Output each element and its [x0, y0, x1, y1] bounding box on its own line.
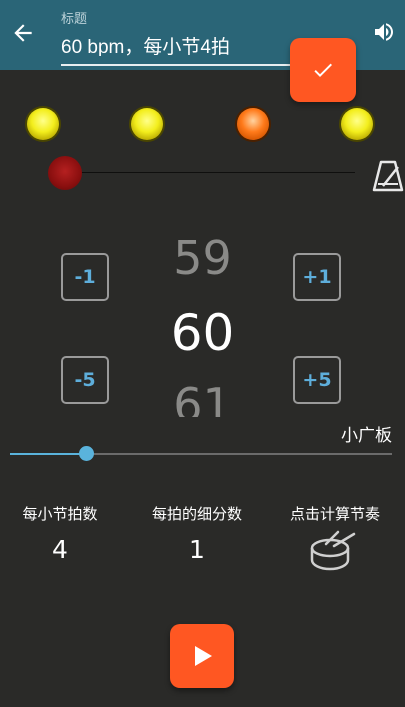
- title-input[interactable]: [61, 34, 297, 56]
- bpm-previous[interactable]: 59: [140, 228, 265, 276]
- beat-indicator-2[interactable]: [131, 108, 163, 140]
- tap-tempo-label: 点击计算节奏: [289, 505, 380, 523]
- confirm-button[interactable]: [290, 38, 356, 102]
- minus-1-button[interactable]: -1: [61, 253, 109, 301]
- volume-icon[interactable]: [372, 20, 396, 44]
- plus-1-button[interactable]: +1: [293, 253, 341, 301]
- title-caption: 标题: [61, 12, 88, 27]
- subdivision-value[interactable]: 1: [167, 535, 227, 564]
- back-arrow-icon[interactable]: [10, 20, 36, 46]
- play-icon: [195, 646, 212, 666]
- tempo-marking: 小广板: [341, 426, 392, 446]
- pendulum-track: [80, 172, 355, 173]
- tempo-slider-fill: [10, 453, 87, 455]
- plus-5-button[interactable]: +5: [293, 356, 341, 404]
- check-icon: [314, 63, 332, 77]
- bpm-current[interactable]: 60: [140, 304, 265, 362]
- play-button[interactable]: [170, 624, 234, 688]
- drum-icon[interactable]: [308, 530, 358, 572]
- beats-per-bar-label: 每小节拍数: [22, 505, 98, 523]
- tempo-slider-thumb[interactable]: [79, 446, 95, 461]
- beat-indicator-3[interactable]: [237, 108, 269, 140]
- beat-indicator-1[interactable]: [27, 108, 59, 140]
- pendulum-indicator: [48, 156, 82, 190]
- metronome-icon[interactable]: [372, 158, 404, 192]
- minus-5-button[interactable]: -5: [61, 356, 109, 404]
- title-underline: [61, 64, 297, 66]
- beat-indicator-4[interactable]: [341, 108, 373, 140]
- subdivision-label: 每拍的细分数: [151, 505, 242, 523]
- bpm-next[interactable]: 61: [140, 383, 265, 417]
- beats-per-bar-value[interactable]: 4: [30, 535, 90, 564]
- tempo-slider[interactable]: [10, 446, 392, 461]
